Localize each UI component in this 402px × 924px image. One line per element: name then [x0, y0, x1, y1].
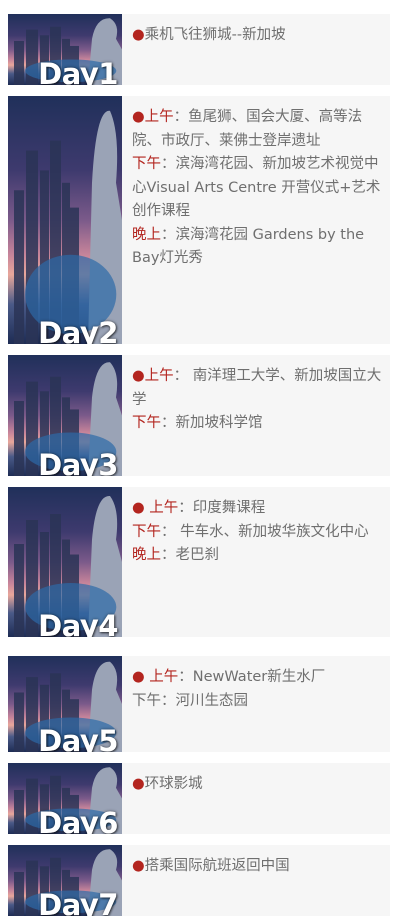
schedule-line: ●搭乘国际航班返回中国	[132, 855, 384, 879]
day-description-panel: ● 上午：印度舞课程 下午： 牛车水、新加坡华族文化中心 晚上：老巴刹	[122, 487, 390, 637]
separator: ：	[173, 368, 189, 384]
separator: ：	[161, 226, 176, 243]
itinerary-day: Day1 ●乘机飞往狮城--新加坡	[8, 14, 390, 85]
bullet-icon: ●	[132, 858, 145, 874]
schedule-line: 下午：新加坡科学馆	[132, 412, 384, 436]
bullet-icon: ●	[132, 27, 145, 43]
time-of-day-label: 上午	[144, 669, 179, 685]
schedule-line: ● 上午：NewWater新生水厂	[132, 666, 384, 690]
schedule-line: ●乘机飞往狮城--新加坡	[132, 24, 384, 48]
day-thumbnail-image: Day4	[8, 487, 122, 637]
day-description-panel: ●上午： 南洋理工大学、新加坡国立大学 下午：新加坡科学馆	[122, 355, 390, 476]
itinerary-day: Day3 ●上午： 南洋理工大学、新加坡国立大学 下午：新加坡科学馆	[8, 355, 390, 476]
day-description-panel: ●乘机飞往狮城--新加坡	[122, 14, 390, 85]
day-label: Day7	[38, 888, 118, 917]
bullet-icon: ●	[132, 669, 145, 685]
separator: ：	[161, 156, 176, 172]
time-of-day-label: 上午	[144, 500, 179, 516]
separator: ：	[173, 109, 189, 125]
activity-text: NewWater新生水厂	[192, 669, 326, 685]
time-of-day-label: 上午	[144, 368, 174, 384]
day-thumbnail-image: Day5	[8, 656, 122, 752]
day-thumbnail-image: Day7	[8, 845, 122, 916]
schedule-line: 下午：滨海湾花园、新加坡艺术视觉中心Visual Arts Centre 开营仪…	[132, 153, 384, 224]
time-of-day-label: 下午	[132, 523, 161, 540]
day-label: Day1	[38, 57, 118, 86]
time-of-day-label: 上午	[144, 109, 174, 125]
schedule-line: ●上午： 南洋理工大学、新加坡国立大学	[132, 365, 384, 412]
day-description-panel: ●上午：鱼尾狮、国会大厦、高等法院、市政厅、莱佛士登岸遗址 下午：滨海湾花园、新加…	[122, 96, 390, 344]
bullet-icon: ●	[132, 500, 145, 516]
schedule-line: ●上午：鱼尾狮、国会大厦、高等法院、市政厅、莱佛士登岸遗址	[132, 106, 384, 153]
activity-text: 牛车水、新加坡华族文化中心	[175, 523, 369, 540]
day-thumbnail-image: Day2	[8, 96, 122, 344]
day-label: Day3	[38, 448, 118, 477]
bullet-icon: ●	[132, 368, 145, 384]
time-of-day-label: 下午	[132, 415, 161, 431]
day-label: Day4	[38, 609, 118, 638]
itinerary-day: Day6 ●环球影城	[8, 763, 390, 834]
itinerary-day: Day5 ● 上午：NewWater新生水厂 下午：河川生态园	[8, 656, 390, 752]
activity-text: 乘机飞往狮城--新加坡	[144, 27, 286, 43]
itinerary-day: Day7 ●搭乘国际航班返回中国	[8, 845, 390, 916]
day-thumbnail-image: Day6	[8, 763, 122, 834]
bullet-icon: ●	[132, 109, 145, 125]
schedule-line: 晚上：老巴刹	[132, 544, 384, 568]
separator: ：	[161, 415, 176, 431]
day-description-panel: ●环球影城	[122, 763, 390, 834]
schedule-line: 下午： 牛车水、新加坡华族文化中心	[132, 521, 384, 545]
day-description-panel: ● 上午：NewWater新生水厂下午：河川生态园	[122, 656, 390, 752]
time-of-day-label: 晚上	[132, 547, 161, 563]
day-label: Day6	[38, 806, 118, 835]
day-label: Day2	[38, 316, 118, 345]
day-label: Day5	[38, 724, 118, 753]
time-of-day-label: 下午	[132, 156, 161, 172]
schedule-line: ●环球影城	[132, 773, 384, 797]
schedule-line: 晚上：滨海湾花园 Gardens by the Bay灯光秀	[132, 224, 384, 271]
bullet-icon: ●	[132, 776, 145, 792]
separator: ：	[161, 523, 176, 540]
itinerary-day: Day2 ●上午：鱼尾狮、国会大厦、高等法院、市政厅、莱佛士登岸遗址 下午：滨海湾花…	[8, 96, 390, 344]
day-thumbnail-image: Day3	[8, 355, 122, 476]
activity-text: 搭乘国际航班返回中国	[144, 858, 290, 874]
separator: ：	[178, 500, 193, 516]
day-description-panel: ●搭乘国际航班返回中国	[122, 845, 390, 916]
separator: ：	[178, 669, 193, 685]
schedule-line: ● 上午：印度舞课程	[132, 497, 384, 521]
activity-text: 新加坡科学馆	[175, 415, 263, 431]
schedule-line: 下午：河川生态园	[132, 690, 384, 714]
itinerary-day: Day4 ● 上午：印度舞课程 下午： 牛车水、新加坡华族文化中心 晚上：老巴刹	[8, 487, 390, 637]
day-thumbnail-image: Day1	[8, 14, 122, 85]
activity-text: 印度舞课程	[192, 500, 266, 516]
activity-text: 老巴刹	[175, 547, 220, 563]
time-of-day-label: 晚上	[132, 226, 161, 243]
activity-text: 环球影城	[144, 776, 203, 792]
separator: ：	[161, 547, 176, 563]
activity-text: 下午：河川生态园	[132, 692, 248, 709]
